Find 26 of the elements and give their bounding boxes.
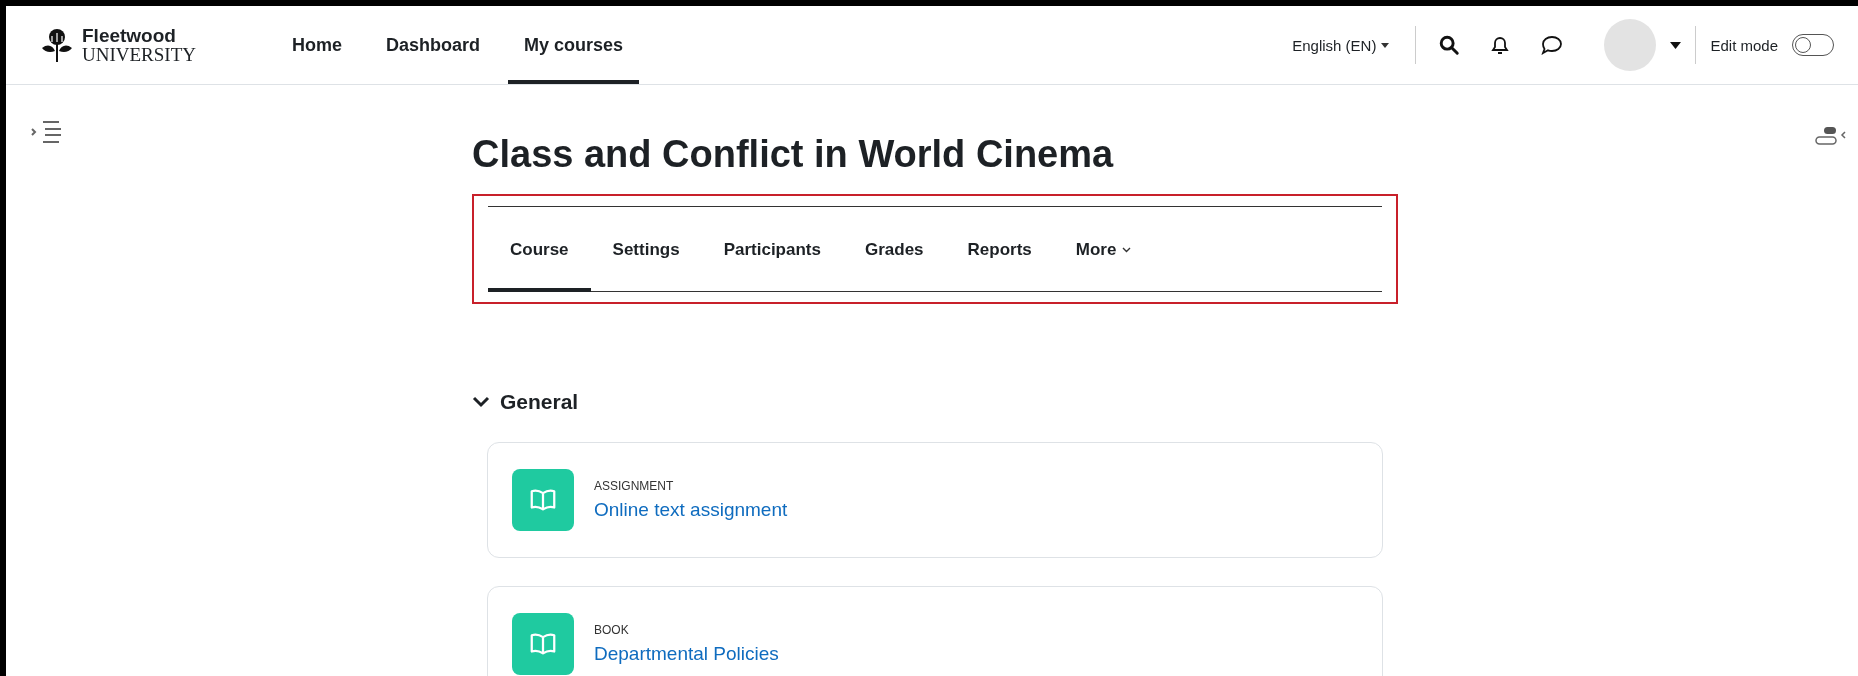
course-tab[interactable]: Course — [488, 207, 591, 292]
chevron-icon — [472, 396, 490, 408]
course-tab[interactable]: Grades — [842, 207, 946, 292]
nav-link[interactable]: My courses — [508, 6, 640, 84]
brand-name: Fleetwood — [82, 26, 177, 45]
course-tab[interactable]: Reports — [945, 207, 1054, 292]
activity-type: BOOK — [594, 623, 630, 637]
course-title: Class and Conflict in World Cinema — [472, 133, 1115, 176]
caret-icon — [1381, 42, 1390, 48]
course-tab[interactable]: Participants — [701, 207, 843, 292]
nav-link[interactable]: Home — [276, 6, 358, 84]
activity-link[interactable]: Online text assignment — [594, 499, 788, 521]
course-index-icon[interactable] — [30, 119, 64, 145]
nav-link[interactable]: Dashboard — [370, 6, 497, 84]
language-menu[interactable]: English (EN) — [1292, 36, 1402, 54]
section-toggle[interactable]: General — [472, 390, 579, 414]
edit-mode-label: Edit mode — [1710, 36, 1778, 54]
flower-logo-icon — [40, 27, 74, 63]
brand-subtitle: UNIVERSITY — [82, 45, 196, 64]
activity-link[interactable]: Departmental Policies — [594, 643, 779, 665]
activity-type: ASSIGNMENT — [594, 479, 675, 493]
edit-mode-toggle[interactable] — [1792, 34, 1834, 56]
course-tab[interactable]: Settings — [590, 207, 702, 292]
chevron-down-icon — [1122, 246, 1132, 253]
caret-icon[interactable] — [1670, 41, 1682, 49]
course-tab[interactable]: More — [1053, 207, 1154, 292]
